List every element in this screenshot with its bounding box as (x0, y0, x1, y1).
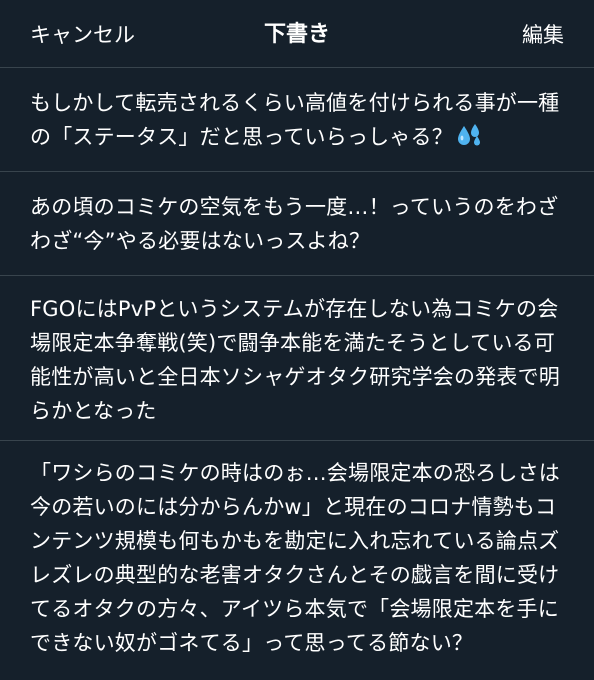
drafts-header: キャンセル 下書き 編集 (0, 0, 594, 68)
sweat-droplets-icon (457, 123, 483, 157)
draft-text: FGOにはPvPというシステムが存在しない為コミケの会場限定本争奪戦(笑)で闘争… (30, 297, 560, 423)
draft-list: もしかして転売されるくらい高値を付けられる事が一種の「ステータス」だと思っていら… (0, 68, 594, 680)
draft-text: あの頃のコミケの空気をもう一度…！っていうのをわざわざ“今”やる必要はないっスよ… (30, 195, 559, 253)
draft-item[interactable]: もしかして転売されるくらい高値を付けられる事が一種の「ステータス」だと思っていら… (0, 68, 594, 172)
draft-item[interactable]: あの頃のコミケの空気をもう一度…！っていうのをわざわざ“今”やる必要はないっスよ… (0, 172, 594, 276)
page-title: 下書き (263, 22, 330, 47)
draft-text: 「ワシらのコミケの時はのぉ…会場限定本の恐ろしさは今の若いのには分からんかw」と… (30, 461, 560, 655)
draft-text: もしかして転売されるくらい高値を付けられる事が一種の「ステータス」だと思っていら… (30, 86, 564, 157)
draft-item[interactable]: FGOにはPvPというシステムが存在しない為コミケの会場限定本争奪戦(笑)で闘争… (0, 276, 594, 441)
edit-button[interactable]: 編集 (522, 22, 564, 48)
draft-item[interactable]: 「ワシらのコミケの時はのぉ…会場限定本の恐ろしさは今の若いのには分からんかw」と… (0, 441, 594, 680)
